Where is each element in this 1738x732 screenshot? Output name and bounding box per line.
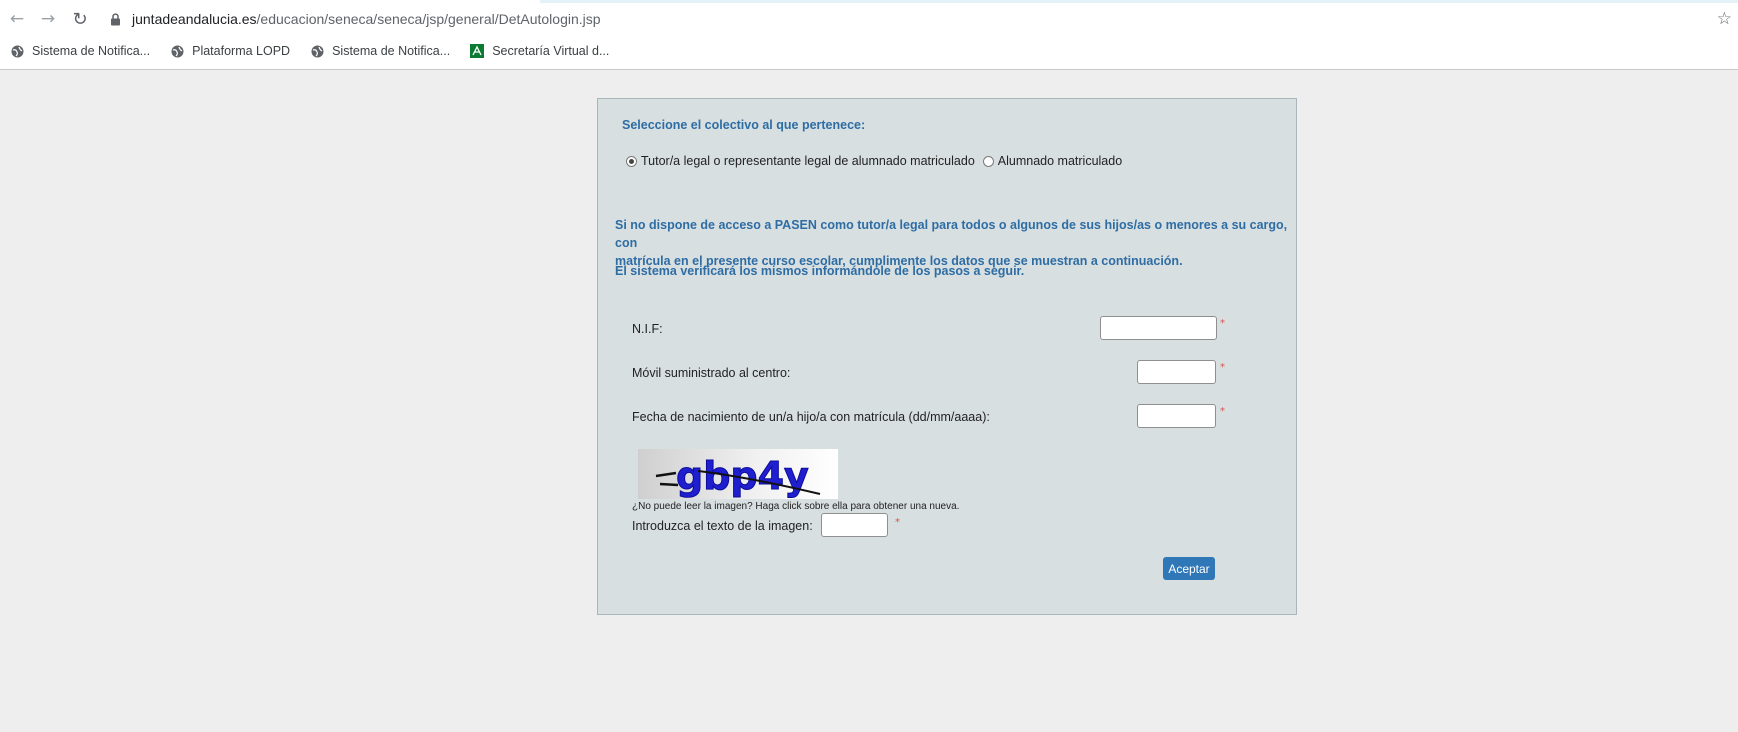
- collective-radio-group: Tutor/a legal o representante legal de a…: [626, 154, 1122, 168]
- reload-icon[interactable]: ↻: [69, 8, 91, 30]
- bookmark-label: Plataforma LOPD: [192, 44, 291, 58]
- captcha-input-label: Introduzca el texto de la imagen:: [632, 519, 813, 533]
- bookmark-item[interactable]: Sistema de Notifica...: [310, 44, 450, 58]
- bookmark-label: Sistema de Notifica...: [332, 44, 451, 58]
- captcha-image[interactable]: gbp4y: [638, 449, 838, 499]
- fecha-label: Fecha de nacimiento de un/a hijo/a con m…: [632, 410, 990, 424]
- bookmark-item[interactable]: Sistema de Notifica...: [10, 44, 150, 58]
- bookmarks-bar: Sistema de Notifica... Plataforma LOPD S…: [0, 39, 619, 63]
- movil-input[interactable]: [1137, 360, 1216, 384]
- lock-icon: [108, 12, 122, 26]
- forward-icon[interactable]: →: [37, 8, 59, 30]
- required-mark: *: [895, 517, 900, 528]
- globe-icon: [170, 44, 184, 58]
- globe-icon: [310, 44, 324, 58]
- required-mark: *: [1220, 318, 1225, 329]
- junta-logo-icon: [470, 44, 485, 58]
- captcha-refresh-note: ¿No puede leer la imagen? Haga click sob…: [632, 501, 960, 512]
- url-path: /educacion/seneca/seneca/jsp/general/Det…: [256, 11, 601, 27]
- info-text: Si no dispone de acceso a PASEN como tut…: [615, 216, 1296, 270]
- url-text: juntadeandalucia.es/educacion/seneca/sen…: [132, 11, 601, 27]
- radio-alumnado-label[interactable]: Alumnado matriculado: [998, 154, 1122, 168]
- info-text-verify: El sistema verificará los mismos informá…: [615, 264, 1025, 278]
- bookmark-label: Sistema de Notifica...: [32, 44, 151, 58]
- movil-label: Móvil suministrado al centro:: [632, 366, 791, 380]
- url-host: juntadeandalucia.es: [132, 11, 257, 27]
- captcha-text: gbp4y: [676, 454, 809, 498]
- address-bar[interactable]: juntadeandalucia.es/educacion/seneca/sen…: [108, 4, 1738, 34]
- fecha-input[interactable]: [1137, 404, 1216, 428]
- loading-bar: [540, 0, 1738, 3]
- back-icon[interactable]: ←: [6, 8, 28, 30]
- bookmark-item[interactable]: Secretaría Virtual d...: [470, 44, 609, 58]
- browser-toolbar: ← → ↻ juntadeandalucia.es/educacion/sene…: [0, 0, 1738, 70]
- nif-label: N.I.F:: [632, 322, 663, 336]
- captcha-input[interactable]: [821, 513, 888, 537]
- radio-tutor[interactable]: [626, 155, 637, 167]
- form-heading: Seleccione el colectivo al que pertenece…: [622, 118, 866, 132]
- nif-input[interactable]: [1100, 316, 1217, 340]
- globe-icon: [10, 44, 24, 58]
- info-line-1: Si no dispone de acceso a PASEN como tut…: [615, 218, 1288, 250]
- radio-tutor-label[interactable]: Tutor/a legal o representante legal de a…: [641, 154, 975, 168]
- bookmark-label: Secretaría Virtual d...: [492, 44, 610, 58]
- login-form-panel: Seleccione el colectivo al que pertenece…: [597, 98, 1297, 615]
- bookmark-item[interactable]: Plataforma LOPD: [170, 44, 290, 58]
- required-mark: *: [1220, 406, 1225, 417]
- bookmark-star-icon[interactable]: ☆: [1717, 9, 1732, 29]
- required-mark: *: [1220, 362, 1225, 373]
- aceptar-button[interactable]: Aceptar: [1163, 557, 1215, 580]
- radio-alumnado[interactable]: [982, 155, 994, 167]
